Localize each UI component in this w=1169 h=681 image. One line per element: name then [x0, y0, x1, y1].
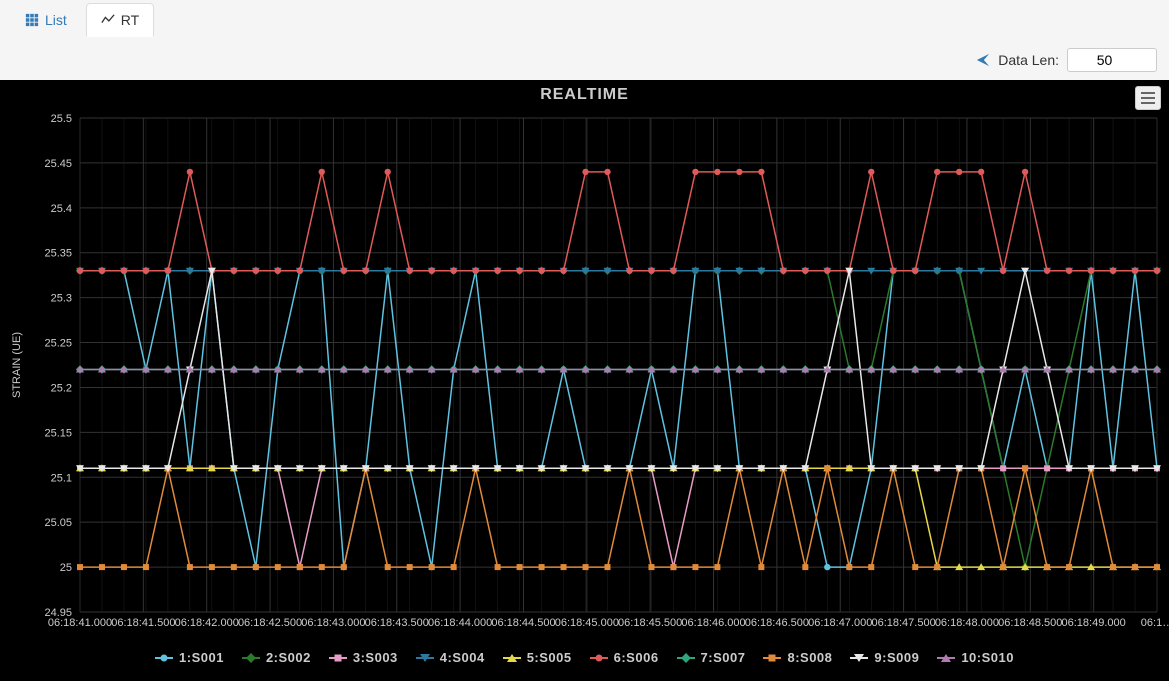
legend-item[interactable]: 7:S007: [677, 650, 746, 665]
svg-text:25: 25: [60, 562, 72, 574]
legend-item[interactable]: 1:S001: [155, 650, 224, 665]
svg-text:06:18:41.500: 06:18:41.500: [111, 617, 175, 629]
legend-label: 1:S001: [179, 650, 224, 665]
chart-plot[interactable]: 24.952525.0525.125.1525.225.2525.325.352…: [0, 110, 1169, 640]
chart-legend: 1:S001 2:S002 3:S003 4:S004 5:S005 6:S006 7:S0…: [0, 640, 1169, 679]
legend-marker-icon: [155, 653, 173, 663]
grid-icon: [25, 13, 39, 27]
legend-label: 8:S008: [787, 650, 832, 665]
svg-text:06:18:47.500: 06:18:47.500: [871, 617, 935, 629]
legend-item[interactable]: 10:S010: [937, 650, 1014, 665]
legend-item[interactable]: 2:S002: [242, 650, 311, 665]
tab-list[interactable]: List: [10, 3, 82, 37]
svg-text:06:18:43.000: 06:18:43.000: [301, 617, 365, 629]
svg-text:25.5: 25.5: [51, 113, 72, 125]
svg-text:06:18:48.500: 06:18:48.500: [998, 617, 1062, 629]
svg-text:25.2: 25.2: [51, 382, 72, 394]
legend-label: 5:S005: [527, 650, 572, 665]
svg-text:06:18:49.000: 06:18:49.000: [1062, 617, 1126, 629]
chart-container: REALTIME 24.952525.0525.125.1525.225.252…: [0, 80, 1169, 681]
svg-text:STRAIN (UE): STRAIN (UE): [11, 332, 23, 398]
legend-marker-icon: [329, 653, 347, 663]
tab-list-label: List: [45, 12, 67, 28]
svg-text:25.45: 25.45: [44, 158, 72, 170]
svg-text:06:18:42.000: 06:18:42.000: [175, 617, 239, 629]
svg-text:06:18:44.000: 06:18:44.000: [428, 617, 492, 629]
chart-title: REALTIME: [0, 80, 1169, 110]
legend-marker-icon: [590, 653, 608, 663]
svg-text:06:18:47.000: 06:18:47.000: [808, 617, 872, 629]
svg-text:25.25: 25.25: [44, 338, 72, 350]
chart-menu-button[interactable]: [1135, 86, 1161, 110]
svg-text:25.35: 25.35: [44, 248, 72, 260]
legend-marker-icon: [503, 653, 521, 663]
svg-text:06:18:46.000: 06:18:46.000: [681, 617, 745, 629]
svg-text:25.15: 25.15: [44, 427, 72, 439]
legend-marker-icon: [242, 653, 260, 663]
svg-text:06:18:46.500: 06:18:46.500: [745, 617, 809, 629]
send-icon[interactable]: [976, 53, 990, 67]
legend-marker-icon: [937, 653, 955, 663]
chart-line-icon: [101, 13, 115, 27]
svg-text:25.05: 25.05: [44, 517, 72, 529]
legend-label: 2:S002: [266, 650, 311, 665]
legend-label: 6:S006: [614, 650, 659, 665]
svg-text:06:18:42.500: 06:18:42.500: [238, 617, 302, 629]
legend-label: 3:S003: [353, 650, 398, 665]
legend-marker-icon: [416, 653, 434, 663]
svg-text:06:18:41.000: 06:18:41.000: [48, 617, 112, 629]
legend-label: 10:S010: [961, 650, 1014, 665]
svg-text:06:18:45.000: 06:18:45.000: [555, 617, 619, 629]
legend-item[interactable]: 9:S009: [850, 650, 919, 665]
legend-item[interactable]: 4:S004: [416, 650, 485, 665]
data-len-label: Data Len:: [998, 52, 1059, 68]
legend-marker-icon: [763, 653, 781, 663]
svg-text:25.3: 25.3: [51, 293, 72, 305]
svg-text:25.4: 25.4: [51, 203, 72, 215]
legend-item[interactable]: 5:S005: [503, 650, 572, 665]
legend-label: 7:S007: [701, 650, 746, 665]
svg-text:06:18:48.000: 06:18:48.000: [935, 617, 999, 629]
svg-text:06:18:43.500: 06:18:43.500: [365, 617, 429, 629]
legend-item[interactable]: 8:S008: [763, 650, 832, 665]
legend-label: 9:S009: [874, 650, 919, 665]
legend-marker-icon: [677, 653, 695, 663]
controls-row: Data Len:: [0, 40, 1169, 80]
tab-rt[interactable]: RT: [86, 3, 154, 37]
svg-text:06:18:44.500: 06:18:44.500: [491, 617, 555, 629]
svg-text:25.1: 25.1: [51, 472, 72, 484]
legend-label: 4:S004: [440, 650, 485, 665]
svg-text:06:1…: 06:1…: [1141, 617, 1169, 629]
legend-item[interactable]: 6:S006: [590, 650, 659, 665]
legend-marker-icon: [850, 653, 868, 663]
data-len-input[interactable]: [1067, 48, 1157, 72]
legend-item[interactable]: 3:S003: [329, 650, 398, 665]
toolbar: List RT: [0, 0, 1169, 40]
tab-rt-label: RT: [121, 12, 139, 28]
svg-text:06:18:45.500: 06:18:45.500: [618, 617, 682, 629]
